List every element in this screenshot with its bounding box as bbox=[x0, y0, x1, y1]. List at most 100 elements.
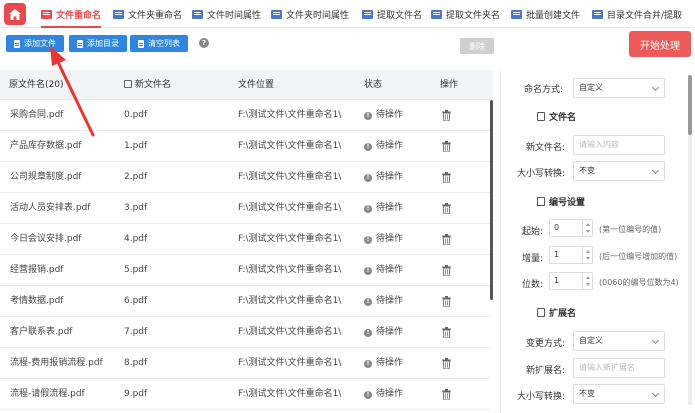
tab-extract-foldername[interactable]: 提取文件夹名 bbox=[431, 0, 500, 28]
cell-location: F:\测试文件\文件重命名1\ bbox=[238, 141, 342, 151]
tab-file-time[interactable]: 文件时间属性 bbox=[192, 0, 261, 28]
table-scrollbar[interactable] bbox=[490, 100, 493, 300]
filename-section-title: 文件名 bbox=[537, 110, 576, 123]
cell-new-name[interactable]: 4.pdf bbox=[124, 224, 147, 255]
tab-file-rename[interactable]: 文件重命名 bbox=[41, 0, 102, 28]
status-icon: ! bbox=[364, 390, 372, 399]
table-row[interactable]: 活动人员安排表.pdf 3.pdf F:\测试文件\文件重命名1\! 待操作 bbox=[0, 193, 490, 224]
trash-icon[interactable] bbox=[442, 296, 451, 307]
home-icon bbox=[9, 8, 21, 20]
new-name-input[interactable]: 请输入内容 bbox=[573, 135, 665, 155]
tab-label: 文件夹时间属性 bbox=[286, 10, 350, 21]
table-row[interactable]: 经营报销.pdf 5.pdf F:\测试文件\文件重命名1\! 待操作 bbox=[0, 255, 490, 286]
number-section-title: 编号设置 bbox=[537, 195, 585, 208]
tab-folder-rename[interactable]: 文件夹重命名 bbox=[113, 0, 182, 28]
cell-new-name[interactable]: 1.pdf bbox=[124, 131, 147, 162]
status-icon: ! bbox=[364, 235, 372, 244]
extract-filename-icon bbox=[362, 9, 373, 19]
table-row[interactable]: 流程-请假流程.pdf 9.pdf F:\测试文件\文件重命名1\! 待操作 bbox=[0, 379, 490, 410]
ext-section-title: 扩展名 bbox=[537, 306, 576, 319]
header-new-name-label: 新文件名 bbox=[135, 80, 172, 90]
trash-icon[interactable] bbox=[442, 203, 451, 214]
top-nav: 文件重命名 文件夹重命名 文件时间属性 文件夹时间属性 提取文件名 提取文件夹名… bbox=[0, 0, 695, 28]
cell-original-name: 活动人员安排表.pdf bbox=[10, 203, 91, 213]
header-new-name[interactable]: 新文件名 bbox=[124, 70, 171, 100]
cell-new-name[interactable]: 3.pdf bbox=[124, 193, 147, 224]
header-status: 状态 bbox=[364, 80, 383, 90]
add-folder-button[interactable]: 添加目录 bbox=[69, 35, 127, 52]
trash-icon[interactable] bbox=[442, 389, 451, 400]
tab-extract-filename[interactable]: 提取文件名 bbox=[362, 0, 422, 28]
cell-status: ! 待操作 bbox=[364, 317, 403, 348]
table-row[interactable]: 流程-费用报销流程.pdf 8.pdf F:\测试文件\文件重命名1\! 待操作 bbox=[0, 348, 490, 379]
cell-status: ! 待操作 bbox=[364, 224, 403, 255]
naming-mode-value: 自定义 bbox=[579, 83, 603, 92]
filename-section-label: 文件名 bbox=[549, 113, 577, 123]
case-select[interactable]: 不变 bbox=[573, 161, 665, 181]
table-row[interactable]: 考情数据.pdf 6.pdf F:\测试文件\文件重命名1\! 待操作 bbox=[0, 286, 490, 317]
start-label: 起始: bbox=[521, 227, 543, 237]
table-row[interactable]: 客户联系表.pdf 7.pdf F:\测试文件\文件重命名1\! 待操作 bbox=[0, 317, 490, 348]
dir-merge-icon bbox=[592, 9, 603, 19]
tab-batch-create[interactable]: 批量创建文件 bbox=[511, 0, 580, 28]
table-row[interactable]: 产品库存数据.pdf 1.pdf F:\测试文件\文件重命名1\ ! 待操作 bbox=[0, 131, 490, 162]
trash-icon[interactable] bbox=[442, 172, 451, 183]
cell-status: ! 待操作 bbox=[364, 131, 403, 162]
cell-new-name[interactable]: 0.pdf bbox=[124, 100, 147, 131]
chevron-down-icon bbox=[651, 83, 660, 92]
trash-icon[interactable] bbox=[442, 110, 451, 121]
delete-button[interactable]: 删除 bbox=[460, 38, 494, 54]
tab-label: 提取文件夹名 bbox=[446, 10, 501, 21]
file-icon bbox=[537, 112, 545, 121]
step-stepper[interactable]: 1 bbox=[549, 246, 593, 264]
ext-case-select[interactable]: 不变 bbox=[573, 384, 665, 404]
extension-icon bbox=[537, 308, 545, 317]
trash-icon[interactable] bbox=[442, 358, 451, 369]
case-value: 不变 bbox=[579, 166, 595, 175]
folder-rename-icon bbox=[113, 9, 124, 19]
panel-scrollbar[interactable] bbox=[688, 75, 692, 405]
tab-dir-merge[interactable]: 目录文件合并/提取 bbox=[592, 0, 682, 28]
table-row[interactable]: 采购合同.pdf 0.pdf F:\测试文件\文件重命名1\! 待操作 bbox=[0, 100, 490, 131]
cell-new-name[interactable]: 8.pdf bbox=[124, 348, 147, 379]
step-value: 1 bbox=[554, 250, 560, 259]
cell-status: ! 待操作 bbox=[364, 348, 403, 379]
status-text: 待操作 bbox=[376, 296, 404, 306]
spinner-icon[interactable] bbox=[582, 273, 592, 289]
home-button[interactable] bbox=[4, 3, 26, 25]
trash-icon[interactable] bbox=[442, 265, 451, 276]
add-folder-label: 添加目录 bbox=[87, 39, 119, 48]
cell-new-name[interactable]: 6.pdf bbox=[124, 286, 147, 317]
add-file-button[interactable]: 添加文件 bbox=[6, 35, 64, 52]
clear-list-button[interactable]: 清空列表 bbox=[130, 35, 188, 52]
cell-status: ! 待操作 bbox=[364, 379, 403, 410]
help-icon[interactable]: ? bbox=[199, 38, 209, 48]
cell-new-name[interactable]: 7.pdf bbox=[124, 317, 147, 348]
table-row[interactable]: 今日会议安排.pdf 4.pdf F:\测试文件\文件重命名1\! 待操作 bbox=[0, 224, 490, 255]
new-ext-label: 新扩展名: bbox=[525, 366, 565, 376]
cell-new-name[interactable]: 2.pdf bbox=[124, 162, 147, 193]
trash-icon[interactable] bbox=[442, 234, 451, 245]
start-button[interactable]: 开始处理 bbox=[629, 31, 691, 57]
header-original-name[interactable]: 原文件名(20) bbox=[9, 70, 63, 100]
cell-status: ! 待操作 bbox=[364, 286, 403, 317]
digits-stepper[interactable]: 1 bbox=[549, 272, 593, 290]
new-ext-input[interactable]: 请输入新扩展名 bbox=[573, 358, 665, 378]
folder-time-icon bbox=[271, 9, 282, 19]
status-icon: ! bbox=[364, 328, 372, 337]
tab-folder-time[interactable]: 文件夹时间属性 bbox=[271, 0, 349, 28]
naming-mode-select[interactable]: 自定义 bbox=[573, 78, 665, 98]
table-row[interactable]: 公司规章制度.pdf 2.pdf F:\测试文件\文件重命名1\! 待操作 bbox=[0, 162, 490, 193]
trash-icon[interactable] bbox=[442, 141, 451, 152]
trash-icon[interactable] bbox=[442, 327, 451, 338]
cell-original-name: 产品库存数据.pdf bbox=[10, 141, 82, 151]
cell-original-name: 客户联系表.pdf bbox=[10, 327, 73, 337]
chevron-down-icon bbox=[651, 389, 660, 398]
ext-mode-select[interactable]: 自定义 bbox=[573, 331, 665, 351]
spinner-icon[interactable] bbox=[582, 247, 592, 263]
cell-new-name[interactable]: 9.pdf bbox=[124, 379, 147, 410]
spinner-icon[interactable] bbox=[582, 220, 592, 236]
cell-new-name[interactable]: 5.pdf bbox=[124, 255, 147, 286]
start-stepper[interactable]: 0 bbox=[549, 219, 593, 237]
header-location: 文件位置 bbox=[238, 80, 275, 90]
